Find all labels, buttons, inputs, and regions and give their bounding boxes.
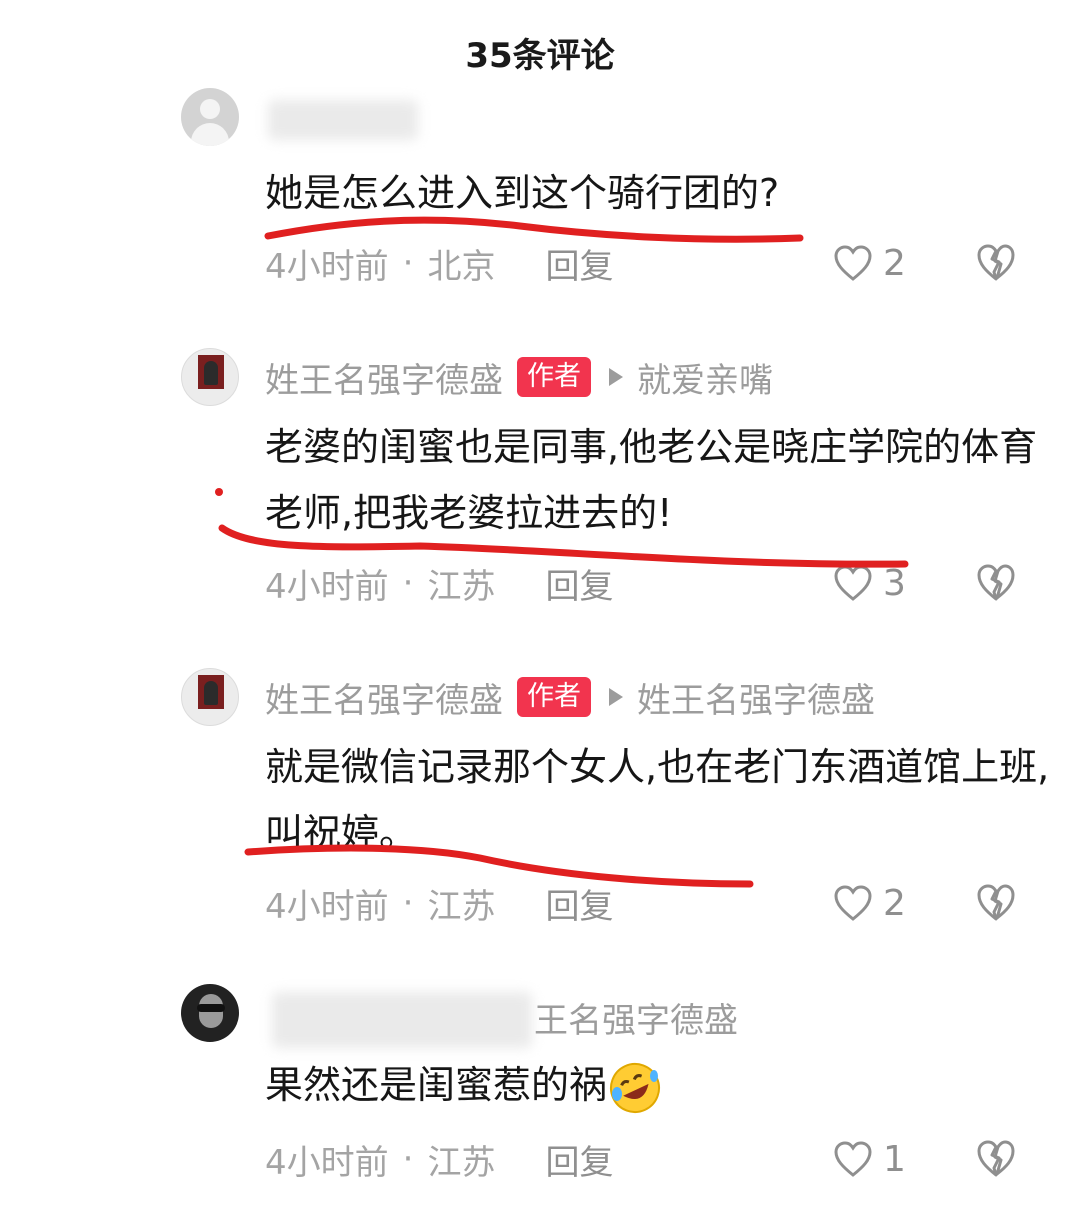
avatar[interactable] xyxy=(181,984,239,1042)
reply-arrow-icon xyxy=(609,688,623,706)
broken-heart-icon[interactable] xyxy=(975,882,1017,922)
heart-outline-icon xyxy=(834,565,872,601)
heart-outline-icon xyxy=(834,1141,872,1177)
comment-location: 江苏 xyxy=(427,566,496,607)
avatar-figure xyxy=(204,361,218,385)
comment-text: 老婆的闺蜜也是同事,他老公是晓庄学院的体育老师,把我老婆拉进去的! xyxy=(265,425,1038,535)
broken-heart-icon[interactable] xyxy=(975,1138,1017,1178)
blurred-username xyxy=(272,992,532,1048)
comment-location: 北京 xyxy=(427,246,496,287)
comment-header: 姓王名强字德盛 作者 就爱亲嘴 xyxy=(265,352,773,402)
avatar-head xyxy=(200,99,220,119)
username[interactable]: 姓王名强字德盛 xyxy=(265,353,503,402)
comment-text: 就是微信记录那个女人,也在老门东酒道馆上班,叫祝婷。 xyxy=(265,745,1050,855)
comment-time: 4小时前 xyxy=(265,886,389,927)
avatar[interactable] xyxy=(181,88,239,146)
avatar[interactable] xyxy=(181,348,239,406)
avatar-body xyxy=(191,123,229,146)
reply-arrow-icon xyxy=(609,368,623,386)
annotation-dot xyxy=(215,488,223,496)
meta-separator: · xyxy=(402,563,414,603)
like-button[interactable]: 2 xyxy=(833,238,906,288)
comment-location: 江苏 xyxy=(427,1142,496,1183)
like-count: 1 xyxy=(883,1138,906,1180)
like-button[interactable]: 3 xyxy=(833,558,906,608)
avatar-glasses xyxy=(197,1004,225,1012)
reply-button[interactable]: 回复 xyxy=(545,559,613,608)
heart-outline-icon xyxy=(834,245,872,281)
blurred-username xyxy=(268,100,418,140)
avatar[interactable] xyxy=(181,668,239,726)
reply-target-username[interactable]: 姓王名强字德盛 xyxy=(637,673,875,722)
broken-heart-icon[interactable] xyxy=(975,562,1017,602)
comment-time: 4小时前 xyxy=(265,566,389,607)
avatar-figure xyxy=(204,681,218,705)
comment-meta: 4小时前 · 江苏 回复 2 xyxy=(265,878,1045,928)
comment-time: 4小时前 xyxy=(265,246,389,287)
meta-separator: · xyxy=(402,883,414,923)
rofl-emoji-icon xyxy=(610,1062,661,1113)
like-button[interactable]: 1 xyxy=(833,1134,906,1184)
comment-text: 果然还是闺蜜惹的祸 xyxy=(265,1052,1055,1118)
author-badge: 作者 xyxy=(517,677,591,717)
reply-button[interactable]: 回复 xyxy=(545,239,613,288)
comment-text-content: 果然还是闺蜜惹的祸 xyxy=(265,1063,608,1107)
reply-target-username[interactable]: 就爱亲嘴 xyxy=(637,353,773,402)
heart-outline-icon xyxy=(834,885,872,921)
meta-separator: · xyxy=(402,243,414,283)
reply-target-username[interactable]: 王名强字德盛 xyxy=(534,993,738,1042)
author-badge: 作者 xyxy=(517,357,591,397)
comment-meta: 4小时前 · 北京 回复 2 xyxy=(265,238,1045,288)
comment-location: 江苏 xyxy=(427,886,496,927)
like-count: 3 xyxy=(883,562,906,604)
like-button[interactable]: 2 xyxy=(833,878,906,928)
reply-button[interactable]: 回复 xyxy=(545,1135,613,1184)
comment-meta: 4小时前 · 江苏 回复 1 xyxy=(265,1134,1045,1184)
comment-meta: 4小时前 · 江苏 回复 3 xyxy=(265,558,1045,608)
meta-separator: · xyxy=(402,1139,414,1179)
like-count: 2 xyxy=(883,882,906,924)
comment-text: 她是怎么进入到这个骑行团的? xyxy=(265,171,780,215)
comment-time: 4小时前 xyxy=(265,1142,389,1183)
reply-button[interactable]: 回复 xyxy=(545,879,613,928)
comment-count-title: 35条评论 xyxy=(465,36,615,76)
comment-header: 王名强字德盛 xyxy=(534,992,738,1042)
username[interactable]: 姓王名强字德盛 xyxy=(265,673,503,722)
comment-header: 姓王名强字德盛 作者 姓王名强字德盛 xyxy=(265,672,875,722)
like-count: 2 xyxy=(883,242,906,284)
broken-heart-icon[interactable] xyxy=(975,242,1017,282)
